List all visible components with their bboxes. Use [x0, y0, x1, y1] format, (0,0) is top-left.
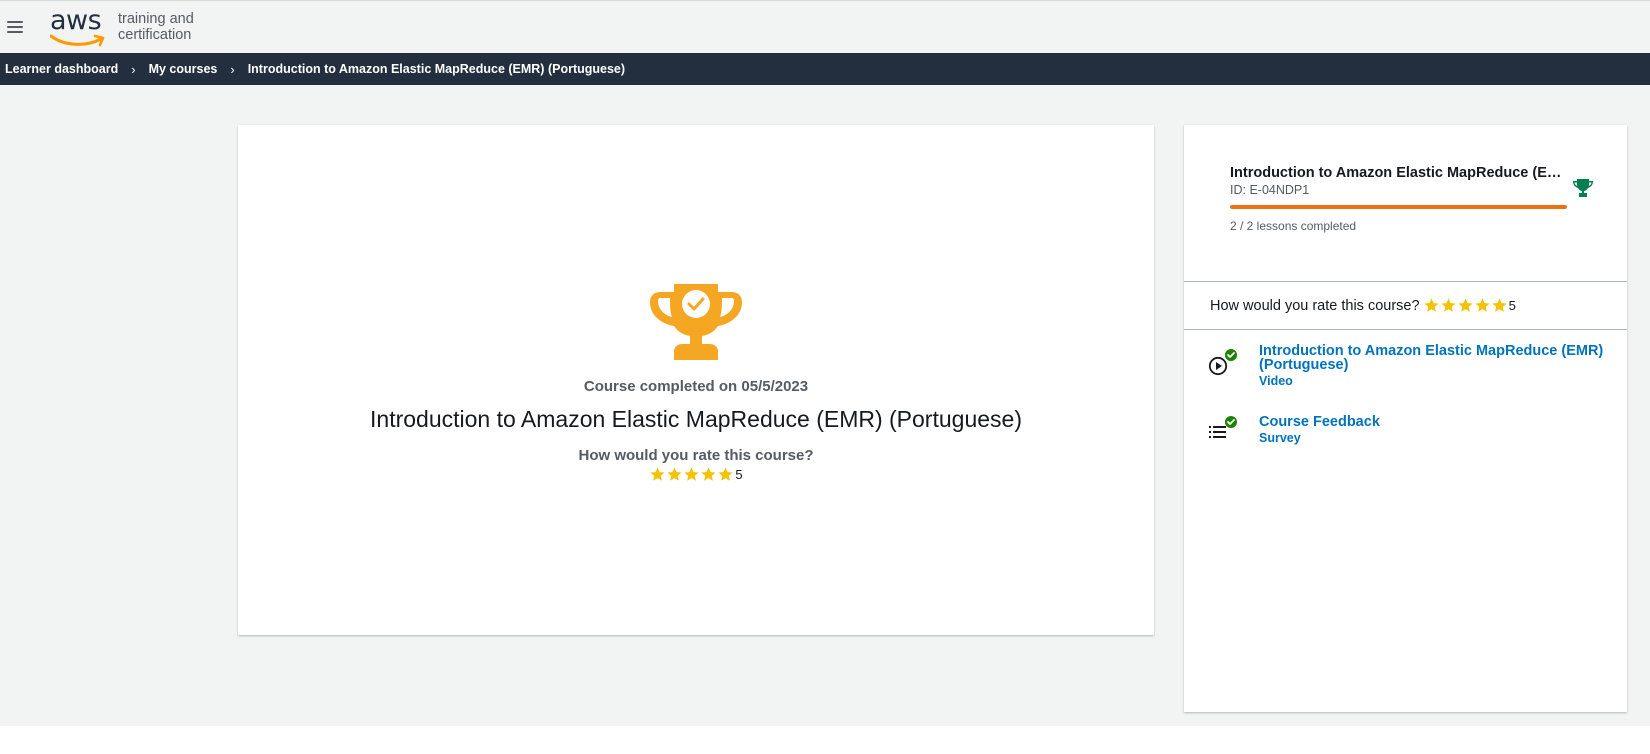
breadcrumb: Learner dashboard › My courses › Introdu… — [0, 53, 1650, 85]
star-icon[interactable] — [649, 466, 666, 483]
lesson-item-video[interactable]: Introduction to Amazon Elastic MapReduce… — [1184, 344, 1627, 416]
rate-course-question: How would you rate this course? — [578, 447, 814, 464]
star-icon[interactable] — [666, 466, 683, 483]
course-progress-fill — [1230, 205, 1567, 209]
lesson-title-link[interactable]: Course Feedback — [1259, 415, 1604, 430]
logo-subtitle: training and certification — [118, 11, 194, 43]
star-icon[interactable] — [1423, 297, 1440, 314]
rating-value: 5 — [735, 467, 743, 482]
lesson-text: Course Feedback Survey — [1259, 415, 1604, 445]
completion-date-text: Course completed on 05/5/2023 — [583, 378, 809, 395]
aws-training-logo[interactable]: aws training and certification — [50, 1, 194, 54]
star-icon[interactable] — [1457, 297, 1474, 314]
course-outline-panel: Introduction to Amazon Elastic MapReduce… — [1184, 125, 1627, 712]
play-circle-icon — [1208, 349, 1237, 376]
course-title: Introduction to Amazon Elastic MapReduce… — [370, 406, 1022, 432]
trophy-icon — [1573, 179, 1593, 197]
side-course-title: Introduction to Amazon Elastic MapReduce… — [1230, 165, 1564, 181]
course-id: ID: E-04NDP1 — [1230, 183, 1310, 197]
breadcrumb-current-course: Introduction to Amazon Elastic MapReduce… — [247, 62, 626, 76]
aws-logo-icon: aws — [50, 5, 110, 49]
star-icon[interactable] — [1491, 297, 1508, 314]
side-rating-row: How would you rate this course? 5 — [1184, 282, 1627, 330]
top-header: aws training and certification — [0, 0, 1650, 53]
breadcrumb-separator-icon: › — [131, 61, 136, 77]
breadcrumb-separator-icon: › — [230, 61, 235, 77]
star-icon[interactable] — [1440, 297, 1457, 314]
star-rating[interactable]: 5 — [649, 466, 743, 483]
lesson-item-survey[interactable]: Course Feedback Survey — [1184, 415, 1627, 487]
side-rate-question: How would you rate this course? — [1210, 297, 1420, 314]
list-icon — [1209, 416, 1237, 438]
course-progress-bar — [1230, 205, 1567, 209]
lesson-title-link[interactable]: Introduction to Amazon Elastic MapReduce… — [1259, 344, 1604, 373]
star-icon[interactable] — [1474, 297, 1491, 314]
star-icon[interactable] — [700, 466, 717, 483]
course-summary: Introduction to Amazon Elastic MapReduce… — [1184, 125, 1627, 282]
star-icon[interactable] — [717, 466, 734, 483]
menu-icon[interactable] — [7, 21, 23, 33]
star-icon[interactable] — [683, 466, 700, 483]
side-rating-value: 5 — [1508, 298, 1516, 313]
lesson-type-label: Video — [1259, 374, 1293, 388]
trophy-icon — [650, 284, 742, 360]
main-content: Course completed on 05/5/2023 Introducti… — [0, 85, 1650, 726]
course-completion-card: Course completed on 05/5/2023 Introducti… — [238, 125, 1154, 635]
lesson-text: Introduction to Amazon Elastic MapReduce… — [1259, 344, 1604, 388]
breadcrumb-my-courses[interactable]: My courses — [149, 62, 218, 76]
breadcrumb-learner-dashboard[interactable]: Learner dashboard — [5, 62, 118, 76]
lesson-type-label: Survey — [1259, 431, 1301, 445]
lessons-completed-text: 2 / 2 lessons completed — [1230, 219, 1357, 233]
